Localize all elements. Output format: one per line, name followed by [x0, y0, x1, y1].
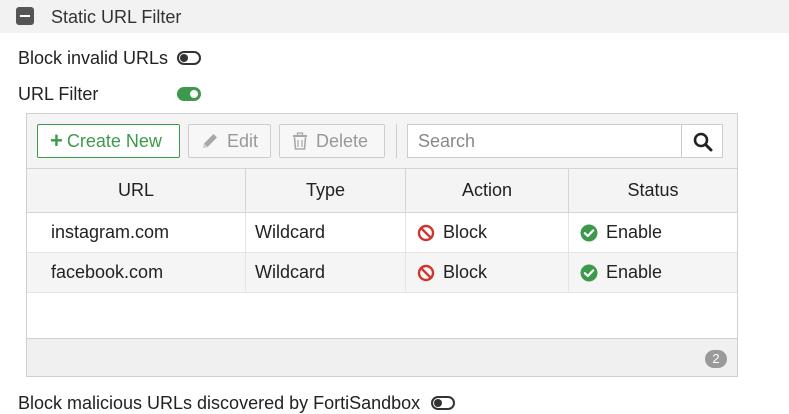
edit-button[interactable]: Edit [188, 124, 271, 158]
block-malicious-label: Block malicious URLs discovered by Forti… [18, 393, 421, 413]
search-icon [693, 132, 713, 152]
section-header: Static URL Filter [0, 0, 789, 33]
prohibited-icon [417, 264, 435, 281]
table-row[interactable]: facebook.com Wildcard Block Enable [27, 253, 737, 293]
check-circle-icon [580, 264, 598, 281]
table-toolbar: + Create New Edit Delete [27, 114, 737, 168]
toggle-knob [190, 90, 198, 98]
status-text: Enable [606, 222, 663, 242]
table-row[interactable]: instagram.com Wildcard Block Enable [27, 213, 737, 253]
column-header-url[interactable]: URL [27, 169, 246, 212]
url-cell: instagram.com [27, 213, 246, 252]
check-circle-icon [580, 224, 598, 241]
url-cell: facebook.com [27, 253, 246, 292]
table-footer: 2 [27, 338, 737, 376]
block-invalid-urls-row: Block invalid URLs [18, 47, 168, 69]
status-cell: Enable [569, 213, 737, 252]
search-input[interactable] [407, 124, 682, 158]
toggle-knob [180, 54, 188, 62]
toggle-knob [434, 399, 442, 407]
url-filter-table-panel: + Create New Edit Delete Search URL Type… [26, 113, 738, 377]
table-header: URL Type Action Status [27, 168, 737, 213]
column-header-action[interactable]: Action [406, 169, 569, 212]
minus-square-icon[interactable] [16, 7, 34, 25]
plus-icon: + [50, 128, 63, 153]
pencil-icon [203, 134, 217, 148]
edit-label: Edit [227, 131, 259, 151]
status-cell: Enable [569, 253, 737, 292]
type-cell: Wildcard [246, 213, 406, 252]
block-malicious-toggle[interactable] [431, 396, 455, 410]
block-invalid-urls-toggle[interactable] [177, 51, 201, 65]
row-count-badge: 2 [705, 350, 727, 368]
type-cell: Wildcard [246, 253, 406, 292]
block-invalid-urls-label: Block invalid URLs [18, 48, 169, 68]
column-header-type[interactable]: Type [246, 169, 406, 212]
trash-icon [293, 132, 307, 150]
action-cell: Block [406, 253, 569, 292]
column-header-status[interactable]: Status [569, 169, 737, 212]
action-text: Block [443, 222, 488, 242]
section-title: Static URL Filter [51, 7, 182, 27]
action-cell: Block [406, 213, 569, 252]
create-new-label: Create New [66, 131, 162, 151]
status-text: Enable [606, 262, 663, 282]
url-filter-row: URL Filter [18, 83, 98, 105]
prohibited-icon [417, 224, 435, 241]
search-button[interactable] [681, 124, 723, 158]
action-text: Block [443, 262, 488, 282]
toolbar-divider [396, 124, 397, 158]
url-filter-label: URL Filter [18, 84, 99, 104]
block-malicious-row: Block malicious URLs discovered by Forti… [18, 392, 420, 414]
delete-label: Delete [316, 131, 369, 151]
create-new-button[interactable]: + Create New [37, 124, 180, 158]
url-filter-toggle[interactable] [177, 87, 201, 101]
delete-button[interactable]: Delete [279, 124, 385, 158]
page: Static URL Filter Block invalid URLs URL… [0, 0, 789, 414]
